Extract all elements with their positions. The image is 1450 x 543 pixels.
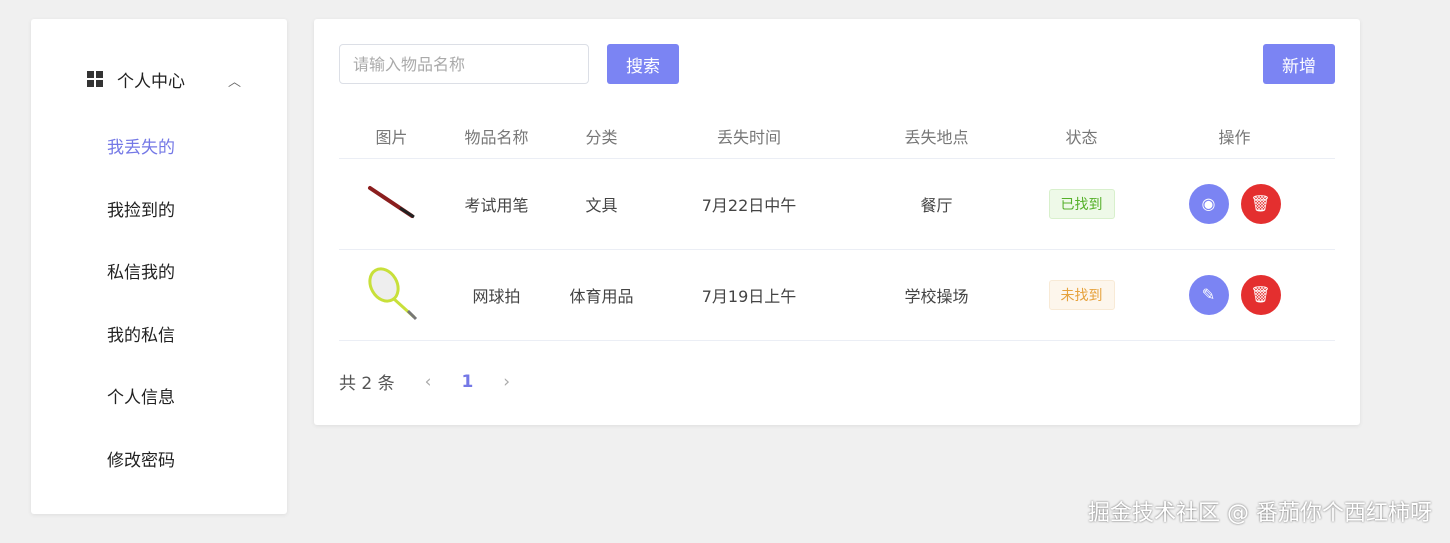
sidebar-item-lost[interactable]: 我丢失的 <box>107 133 175 158</box>
status-badge: 未找到 <box>1048 279 1115 310</box>
item-time: 7月19日上午 <box>654 249 844 341</box>
pen-image <box>339 158 444 250</box>
delete-button[interactable]: 🗑 <box>1240 183 1281 224</box>
view-button[interactable]: ◉ <box>1188 183 1229 224</box>
sidebar-item-found[interactable]: 我捡到的 <box>107 196 175 221</box>
table-row: 网球拍 体育用品 7月19日上午 学校操场 未找到 ✎ 🗑 <box>339 249 1335 341</box>
table-row: 考试用笔 文具 7月22日中午 餐厅 已找到 ◉ 🗑 <box>339 158 1335 250</box>
watermark: 掘金技术社区 @ 番茄你个西红柿呀 <box>1088 501 1432 526</box>
edit-button[interactable]: ✎ <box>1188 274 1229 315</box>
edit-icon: ✎ <box>1201 284 1216 304</box>
add-button[interactable]: 新增 <box>1263 44 1335 84</box>
total-count: 共 2 条 <box>339 374 395 394</box>
delete-button[interactable]: 🗑 <box>1240 274 1281 315</box>
prev-page-icon[interactable]: ‹ <box>425 372 432 392</box>
col-time: 丢失时间 <box>654 114 844 159</box>
trash-icon: 🗑 <box>1250 193 1271 213</box>
main-panel: 搜索 新增 图片 物品名称 分类 丢失时间 丢失地点 状态 操作 考试用笔 文具… <box>314 19 1360 425</box>
grid-icon <box>87 71 103 87</box>
item-name: 网球拍 <box>444 249 549 341</box>
item-category: 体育用品 <box>549 249 654 341</box>
items-table: 图片 物品名称 分类 丢失时间 丢失地点 状态 操作 考试用笔 文具 7月22日… <box>339 114 1335 341</box>
sidebar-item-my-messages[interactable]: 我的私信 <box>107 321 175 346</box>
col-place: 丢失地点 <box>844 114 1029 159</box>
next-page-icon[interactable]: › <box>503 372 510 392</box>
col-name: 物品名称 <box>444 114 549 159</box>
col-actions: 操作 <box>1134 114 1335 159</box>
chevron-up-icon: ︿ <box>227 75 241 90</box>
item-category: 文具 <box>549 158 654 250</box>
search-button[interactable]: 搜索 <box>607 44 679 84</box>
item-place: 学校操场 <box>844 249 1029 341</box>
col-status: 状态 <box>1029 114 1134 159</box>
racket-image <box>339 249 444 341</box>
col-image: 图片 <box>339 114 444 159</box>
pagination: 共 2 条 ‹ 1 › <box>339 369 540 395</box>
item-time: 7月22日中午 <box>654 158 844 250</box>
search-input[interactable] <box>339 44 589 84</box>
sidebar-item-profile[interactable]: 个人信息 <box>107 383 175 408</box>
status-badge: 已找到 <box>1048 188 1115 219</box>
sidebar-item-password[interactable]: 修改密码 <box>107 446 175 471</box>
eye-icon: ◉ <box>1201 193 1216 213</box>
item-name: 考试用笔 <box>444 158 549 250</box>
submenu-title: 个人中心 <box>117 71 185 92</box>
item-place: 餐厅 <box>844 158 1029 250</box>
sidebar-item-messages-to-me[interactable]: 私信我的 <box>107 258 175 283</box>
trash-icon: 🗑 <box>1250 284 1271 304</box>
page-number[interactable]: 1 <box>461 372 473 392</box>
sidebar: 个人中心 ︿ 我丢失的 我捡到的 私信我的 我的私信 个人信息 修改密码 <box>31 19 287 514</box>
submenu-personal-center[interactable]: 个人中心 ︿ <box>87 67 247 92</box>
col-category: 分类 <box>549 114 654 159</box>
